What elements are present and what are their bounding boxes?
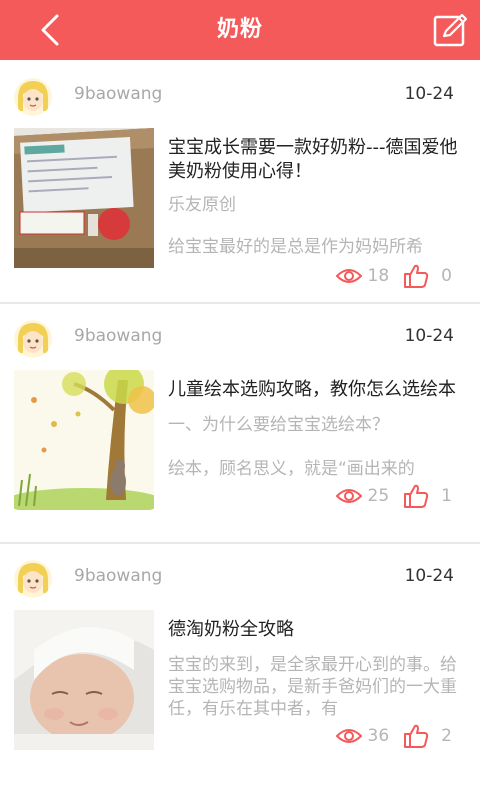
post-thumbnail: [14, 370, 154, 510]
post-stats: 25 1: [335, 482, 452, 510]
post-title[interactable]: 儿童绘本选购攻略，教你怎么选绘本: [168, 378, 468, 402]
view-count: 25: [367, 486, 390, 506]
avatar: [14, 78, 52, 116]
like-count: 2: [441, 726, 452, 746]
edit-button[interactable]: [432, 12, 468, 48]
avatar: [14, 560, 52, 598]
like-count: 1: [441, 486, 452, 506]
avatar: [14, 320, 52, 358]
eye-icon: [335, 729, 362, 743]
post-author: 9baowang: [74, 326, 163, 346]
post-summary-line: 给宝宝最好的是总是作为妈妈所希: [168, 237, 423, 257]
thumbs-up-icon[interactable]: [403, 263, 429, 289]
post-author: 9baowang: [74, 84, 163, 104]
post-author: 9baowang: [74, 566, 163, 586]
post-thumbnail: [14, 610, 154, 750]
view-count: 36: [367, 726, 390, 746]
post-summary-line: 绘本，顾名思义，就是“画出来的: [168, 459, 415, 479]
post-date: 10-24: [404, 84, 454, 104]
edit-note-icon: [433, 13, 468, 47]
post-thumbnail: [14, 128, 154, 268]
top-app-bar: 奶粉: [0, 0, 480, 60]
post-card[interactable]: 9baowang 10-24 宝宝成长需要一款好奶粉---德国爱他美奶粉使用心得…: [0, 62, 480, 302]
post-title[interactable]: 德淘奶粉全攻略: [168, 618, 468, 642]
post-stats: 36 2: [335, 722, 452, 750]
post-summary-line: 乐友原创: [168, 195, 236, 215]
view-count: 18: [367, 266, 390, 286]
thumbs-up-icon[interactable]: [403, 483, 429, 509]
like-count: 0: [441, 266, 452, 286]
page-title: 奶粉: [216, 17, 263, 42]
post-date: 10-24: [404, 566, 454, 586]
post-summary: 宝宝的来到，是全家最开心到的事。给宝宝选购物品，是新手爸妈们的一大重任，有乐在其…: [168, 655, 457, 719]
post-card[interactable]: 9baowang 10-24 德淘奶粉全攻略 宝宝的来到，是全家最开心到的事。给…: [0, 544, 480, 784]
thumbs-up-icon[interactable]: [403, 723, 429, 749]
post-card[interactable]: 9baowang 10-24 儿童绘本选购攻略，教你怎么选绘本 一、为什么要给宝…: [0, 304, 480, 544]
eye-icon: [335, 489, 362, 503]
eye-icon: [335, 269, 362, 283]
post-title[interactable]: 宝宝成长需要一款好奶粉---德国爱他美奶粉使用心得！: [168, 136, 468, 184]
post-date: 10-24: [404, 326, 454, 346]
post-summary-line: 一、为什么要给宝宝选绘本？: [168, 415, 389, 435]
post-stats: 18 0: [335, 262, 452, 290]
